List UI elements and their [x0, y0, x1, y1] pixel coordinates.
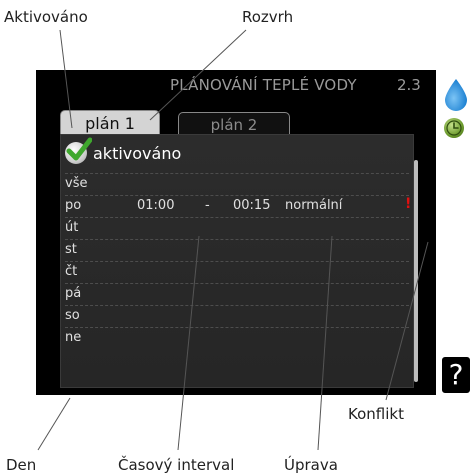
- row-time-dash: -: [205, 198, 210, 213]
- row-time-to: 00:15: [233, 198, 271, 213]
- clock-icon: [444, 118, 464, 138]
- annotation-schedule: Rozvrh: [242, 8, 294, 26]
- activated-label: aktivováno: [93, 143, 182, 163]
- schedule-row-fri[interactable]: pá: [65, 283, 409, 306]
- screen-number: 2.3: [397, 76, 421, 94]
- row-day: po: [65, 198, 82, 213]
- row-day: ne: [65, 330, 82, 345]
- leader-line-day: [37, 397, 71, 451]
- schedule-row-wed[interactable]: st: [65, 239, 409, 262]
- annotation-day: Den: [6, 456, 37, 474]
- panel-scrollbar[interactable]: [414, 160, 418, 382]
- screen-title: PLÁNOVÁNÍ TEPLÉ VODY: [170, 76, 357, 94]
- schedule-row-tue[interactable]: út: [65, 217, 409, 240]
- activated-checkbox[interactable]: aktivováno: [65, 137, 182, 165]
- water-drop-icon: [445, 79, 467, 111]
- row-day: so: [65, 308, 80, 323]
- schedule-row-mon[interactable]: po 01:00 - 00:15 normální !: [65, 195, 412, 218]
- annotation-interval: Časový interval: [118, 456, 235, 474]
- schedule-row-thu[interactable]: čt: [65, 261, 409, 284]
- row-day: vše: [65, 176, 88, 191]
- annotation-conflict: Konflikt: [348, 405, 404, 423]
- schedule-row-all[interactable]: vše: [65, 173, 409, 196]
- annotation-adjustment: Úprava: [284, 456, 338, 474]
- row-day: pá: [65, 286, 82, 301]
- row-mode: normální: [285, 198, 343, 213]
- checkmark-icon: [65, 137, 92, 164]
- row-day: st: [65, 242, 77, 257]
- schedule-panel: aktivováno vše po 01:00 - 00:15 normální…: [60, 134, 414, 388]
- row-day: čt: [65, 264, 78, 279]
- schedule-row-sat[interactable]: so: [65, 305, 409, 328]
- display-screen: PLÁNOVÁNÍ TEPLÉ VODY 2.3 plán 1 plán 2 a…: [36, 70, 436, 395]
- row-time-from: 01:00: [137, 198, 175, 213]
- schedule-row-sun[interactable]: ne: [65, 327, 409, 350]
- row-day: út: [65, 220, 79, 235]
- tab-plan-1[interactable]: plán 1: [60, 110, 160, 135]
- help-icon[interactable]: ?: [440, 355, 471, 395]
- annotation-activated: Aktivováno: [4, 8, 88, 26]
- conflict-indicator: !: [405, 196, 412, 212]
